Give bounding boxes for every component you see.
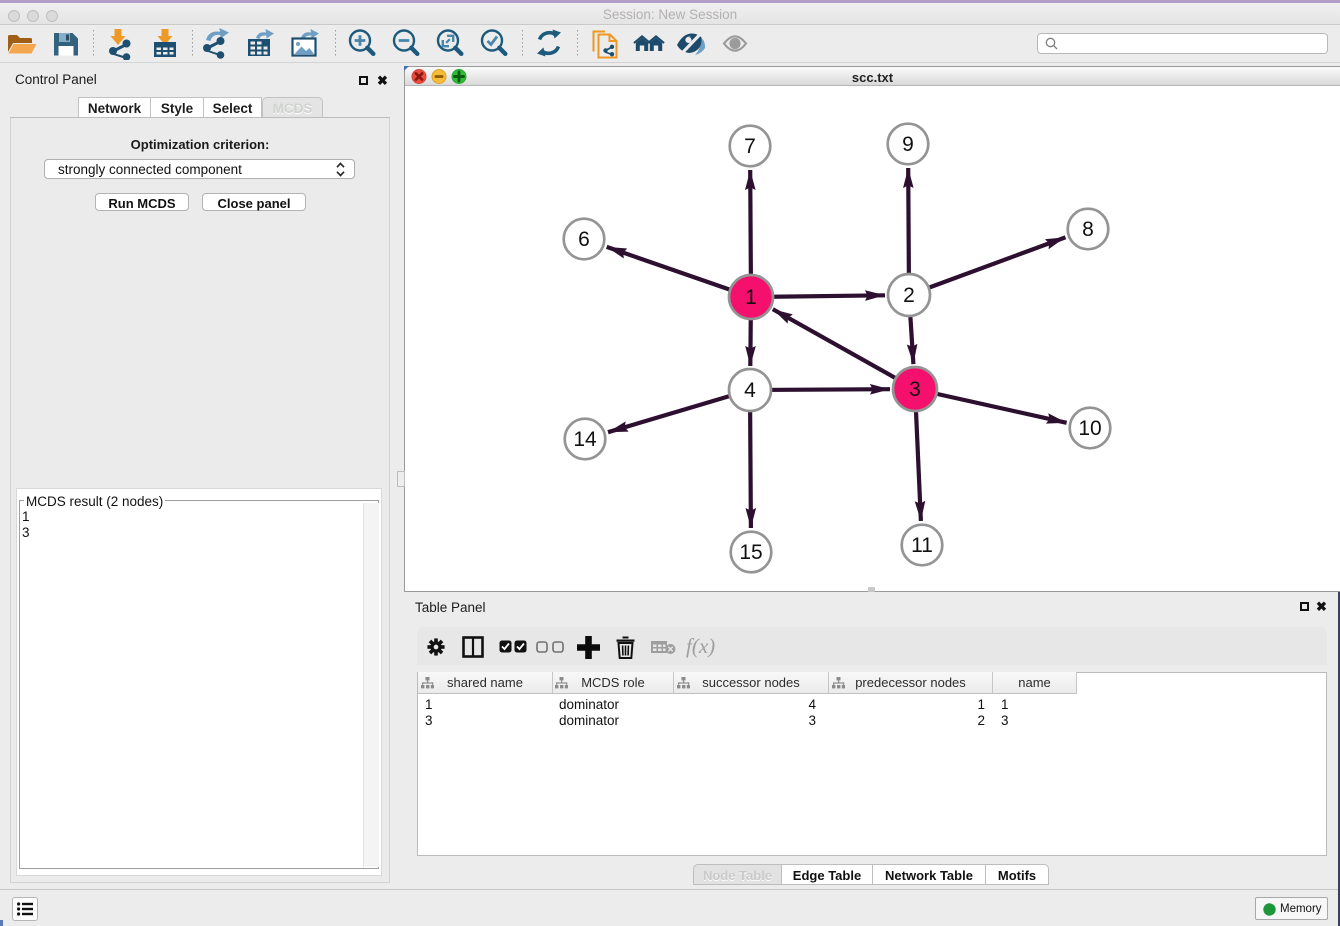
svg-text:2: 2 <box>903 284 915 307</box>
svg-text:11: 11 <box>911 534 933 557</box>
svg-text:4: 4 <box>744 379 756 402</box>
svg-text:14: 14 <box>573 428 597 451</box>
svg-text:10: 10 <box>1078 417 1101 440</box>
svg-text:7: 7 <box>744 135 756 158</box>
svg-text:1: 1 <box>745 286 757 309</box>
svg-text:15: 15 <box>739 541 762 564</box>
svg-text:6: 6 <box>578 228 590 251</box>
svg-text:8: 8 <box>1082 218 1094 241</box>
svg-text:3: 3 <box>909 378 921 401</box>
svg-text:9: 9 <box>902 133 914 156</box>
